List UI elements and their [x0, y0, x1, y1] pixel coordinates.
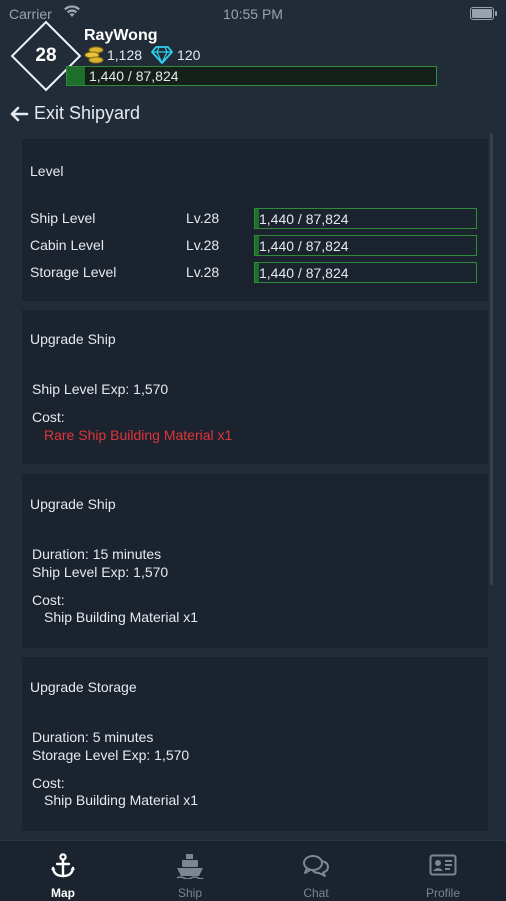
tab-chat[interactable]: Chat: [253, 841, 379, 901]
coins-icon: [84, 46, 104, 64]
diamond-gem-icon: [151, 46, 173, 64]
username: RayWong: [84, 27, 158, 44]
tab-ship[interactable]: Ship: [127, 841, 253, 901]
upgrade-card-title: Upgrade Ship: [30, 331, 116, 347]
storage-level-progress: 1,440 / 87,824: [254, 262, 477, 283]
cabin-level-value: Lv.28: [186, 237, 220, 253]
tab-bar: Map Ship Chat Profile: [0, 840, 506, 901]
status-bar: Carrier 10:55 PM: [0, 0, 506, 28]
upgrade-duration: Duration: 5 minutes: [32, 729, 154, 745]
exit-shipyard-label: Exit Shipyard: [34, 103, 141, 123]
tab-ship-label: Ship: [177, 886, 203, 900]
player-level: 28: [35, 45, 57, 66]
profile-card-icon: [429, 854, 457, 876]
upgrade-cost-label: Cost:: [32, 592, 65, 608]
ship-level-value: Lv.28: [186, 210, 220, 226]
tab-profile-label: Profile: [425, 886, 460, 900]
upgrade-exp: Ship Level Exp: 1,570: [32, 381, 169, 397]
cabin-level-label: Cabin Level: [30, 237, 104, 253]
player-xp-text: 1,440 / 87,824: [89, 68, 179, 84]
battery-icon: [470, 7, 497, 20]
ship-level-progress-text: 1,440 / 87,824: [259, 211, 349, 227]
exit-shipyard-button[interactable]: Exit Shipyard: [9, 103, 140, 124]
tab-profile[interactable]: Profile: [380, 841, 506, 901]
upgrade-card-title: Upgrade Storage: [30, 679, 137, 695]
upgrade-duration: Duration: 15 minutes: [32, 546, 162, 562]
storage-level-progress-text: 1,440 / 87,824: [259, 265, 349, 281]
gem-count: 120: [177, 47, 201, 63]
ship-level-label: Ship Level: [30, 210, 96, 226]
storage-level-value: Lv.28: [186, 264, 220, 280]
player-level-badge: 28: [10, 20, 82, 92]
anchor-icon: [51, 853, 75, 878]
ship-icon: [176, 854, 204, 879]
upgrade-exp: Ship Level Exp: 1,570: [32, 564, 169, 580]
upgrade-cost-material: Rare Ship Building Material x1: [44, 427, 233, 443]
upgrade-cost-material: Ship Building Material x1: [44, 609, 199, 625]
currency-row: 1,128 120: [84, 46, 200, 64]
tab-chat-label: Chat: [303, 886, 329, 900]
storage-level-label: Storage Level: [30, 264, 117, 280]
upgrade-cost-material: Ship Building Material x1: [44, 792, 199, 808]
level-card-title: Level: [30, 163, 64, 179]
clock: 10:55 PM: [223, 6, 283, 22]
upgrade-ship-rare-card[interactable]: Upgrade Ship Ship Level Exp: 1,570 Cost:…: [22, 310, 488, 464]
ship-level-progress: 1,440 / 87,824: [254, 208, 477, 229]
level-card: Level Ship Level Lv.28 1,440 / 87,824 Ca…: [22, 139, 488, 301]
tab-map-label: Map: [51, 886, 75, 900]
chat-icon: [303, 855, 329, 877]
upgrade-exp: Storage Level Exp: 1,570: [32, 747, 190, 763]
player-xp-bar: 1,440 / 87,824: [66, 66, 437, 86]
scrollbar[interactable]: [490, 133, 493, 585]
cabin-level-progress-text: 1,440 / 87,824: [259, 238, 349, 254]
coin-count: 1,128: [107, 47, 143, 63]
upgrade-ship-card[interactable]: Upgrade Ship Duration: 15 minutes Ship L…: [22, 474, 488, 648]
upgrade-cost-label: Cost:: [32, 409, 65, 425]
upgrade-card-title: Upgrade Ship: [30, 496, 116, 512]
upgrade-cost-label: Cost:: [32, 775, 65, 791]
player-xp-fill: [67, 67, 86, 85]
tab-map[interactable]: Map: [0, 841, 126, 901]
upgrade-storage-card[interactable]: Upgrade Storage Duration: 5 minutes Stor…: [22, 657, 488, 831]
cabin-level-progress: 1,440 / 87,824: [254, 235, 477, 256]
arrow-left-icon: [10, 106, 29, 121]
